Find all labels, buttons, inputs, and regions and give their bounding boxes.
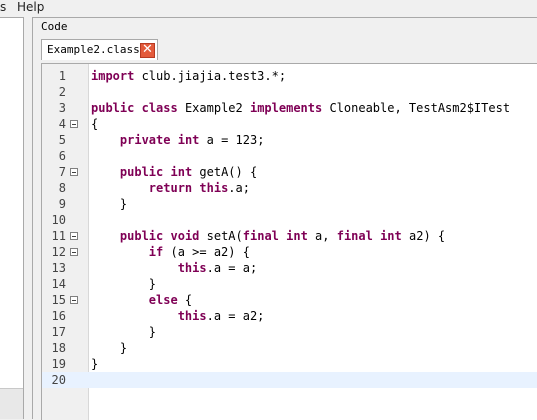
code-line[interactable]: 10 — [42, 212, 537, 228]
code-line[interactable]: 6 — [42, 148, 537, 164]
line-number: 19 — [51, 357, 66, 371]
code-line[interactable]: 4{ — [42, 116, 537, 132]
code-line[interactable]: 3 public class Example2 implements Clonea… — [42, 100, 537, 116]
code-line-text: if (a >= a2) { — [148, 245, 250, 259]
menu-bar: s Help — [0, 0, 537, 17]
code-line-text: } — [91, 357, 99, 371]
code-line-text: } — [91, 341, 128, 355]
code-line[interactable]: 19} — [42, 356, 537, 372]
code-line-text: public void setA(final int a, final int … — [119, 229, 446, 243]
pane-splitter[interactable] — [24, 17, 32, 418]
code-line-text: else { — [148, 293, 193, 307]
line-number: 4 — [58, 117, 66, 131]
code-line-text: } — [91, 277, 157, 291]
code-panel-title: Code — [41, 20, 68, 33]
left-pane-bottom — [0, 388, 23, 419]
line-number: 8 — [58, 181, 66, 195]
left-pane — [0, 17, 24, 419]
code-line[interactable]: 16 this.a = a2; — [42, 308, 537, 324]
line-number: 6 — [58, 149, 66, 163]
line-number: 11 — [51, 229, 66, 243]
code-line-text: } — [91, 325, 157, 339]
line-number: 1 — [58, 69, 66, 83]
code-line[interactable]: 5 private int a = 123; — [42, 132, 537, 148]
code-line-text: return this.a; — [148, 181, 250, 195]
fold-toggle-icon[interactable] — [70, 120, 78, 128]
line-number: 16 — [51, 309, 66, 323]
line-number: 14 — [51, 277, 66, 291]
code-line-text: private int a = 123; — [119, 133, 265, 147]
line-number: 5 — [58, 133, 66, 147]
line-number: 18 — [51, 341, 66, 355]
code-line[interactable]: 20 — [42, 372, 537, 388]
code-line[interactable]: 1 import club.jiajia.test3.*; — [42, 68, 537, 84]
line-number: 3 — [58, 101, 66, 115]
code-line-text: public class Example2 implements Cloneab… — [91, 101, 511, 115]
code-line[interactable]: 11 public void setA(final int a, final i… — [42, 228, 537, 244]
line-number: 13 — [51, 261, 66, 275]
code-line[interactable]: 2 — [42, 84, 537, 100]
line-number: 2 — [58, 85, 66, 99]
tab-strip: Example2.class ✕ — [37, 38, 537, 61]
line-number: 10 — [51, 213, 66, 227]
code-line-text: this.a = a2; — [177, 309, 265, 323]
code-line[interactable]: 8 return this.a; — [42, 180, 537, 196]
code-line[interactable]: 18 } — [42, 340, 537, 356]
fold-toggle-icon[interactable] — [70, 232, 78, 240]
tab-label: Example2.class — [47, 43, 140, 56]
line-number: 20 — [51, 373, 66, 387]
code-panel: Code Example2.class ✕ 1 import club.jiaji… — [32, 17, 537, 420]
menu-item-help[interactable]: Help — [17, 0, 44, 15]
fold-toggle-icon[interactable] — [70, 248, 78, 256]
line-number: 17 — [51, 325, 66, 339]
fold-toggle-icon[interactable] — [70, 296, 78, 304]
line-number: 9 — [58, 197, 66, 211]
code-line[interactable]: 15 else { — [42, 292, 537, 308]
code-editor[interactable]: 1 import club.jiajia.test3.*; 2 3 public cla… — [41, 63, 537, 420]
code-line[interactable]: 9 } — [42, 196, 537, 212]
menu-item-s[interactable]: s — [0, 0, 6, 15]
close-icon[interactable]: ✕ — [140, 43, 155, 58]
code-line-text: { — [91, 117, 99, 131]
code-line-text: this.a = a; — [177, 261, 258, 275]
line-number: 7 — [58, 165, 66, 179]
code-line[interactable]: 12 if (a >= a2) { — [42, 244, 537, 260]
code-line[interactable]: 7 public int getA() { — [42, 164, 537, 180]
line-number: 15 — [51, 293, 66, 307]
code-line[interactable]: 13 this.a = a; — [42, 260, 537, 276]
code-line-text: public int getA() { — [119, 165, 258, 179]
tab-example2-class[interactable]: Example2.class ✕ — [41, 39, 158, 60]
line-number: 12 — [51, 245, 66, 259]
fold-toggle-icon[interactable] — [70, 168, 78, 176]
code-line-text: } — [91, 197, 128, 211]
code-line[interactable]: 14 } — [42, 276, 537, 292]
code-line[interactable]: 17 } — [42, 324, 537, 340]
code-line-text: import club.jiajia.test3.*; — [91, 69, 287, 83]
